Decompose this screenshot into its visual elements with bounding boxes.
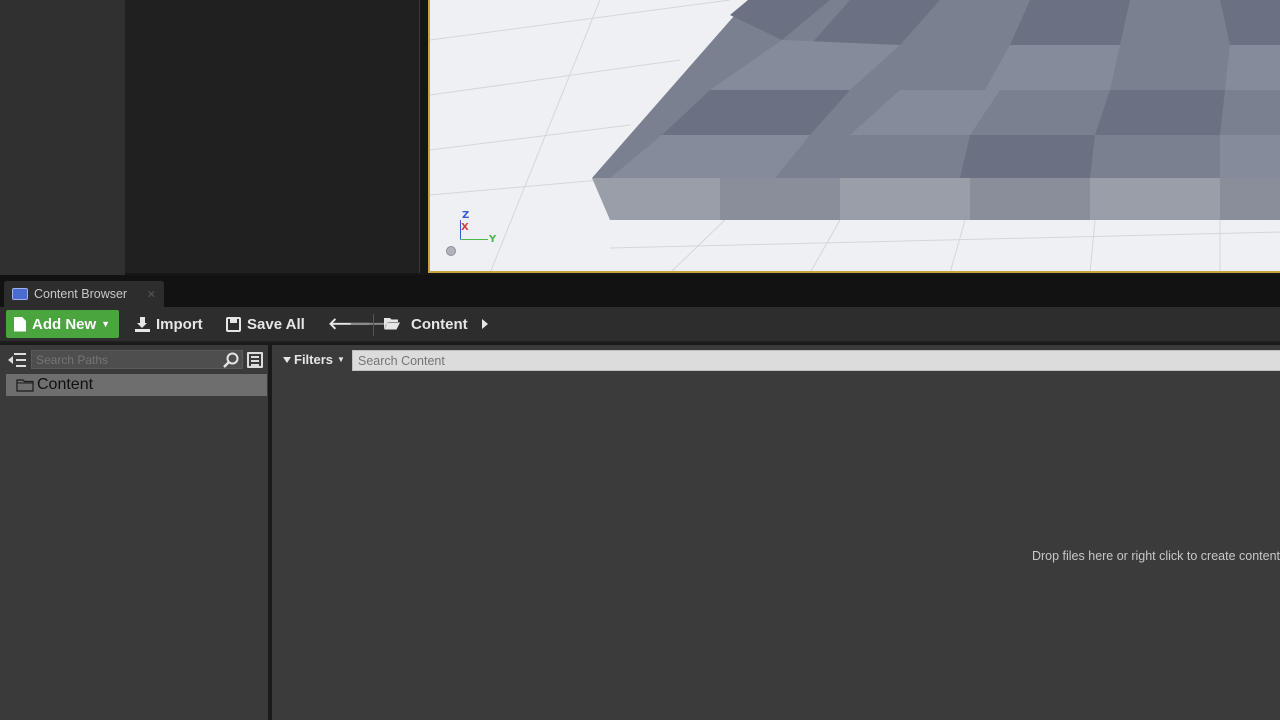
toolbar-divider — [373, 314, 374, 336]
modes-panel — [0, 0, 125, 275]
y-axis-line — [460, 239, 488, 240]
y-axis-label: Y — [489, 234, 497, 245]
collapse-sources-icon[interactable] — [8, 352, 26, 368]
search-content-input[interactable] — [352, 350, 1280, 371]
tab-label: Content Browser — [34, 287, 128, 301]
tab-content-browser[interactable]: Content Browser ✕ — [4, 281, 164, 307]
import-button[interactable]: Import — [135, 310, 203, 338]
filter-icon — [283, 356, 291, 363]
close-icon[interactable]: ✕ — [147, 288, 156, 301]
chevron-down-icon: ▼ — [337, 355, 345, 364]
level-viewport[interactable]: Z X Y — [428, 0, 1280, 273]
content-browser-toolbar: Add New ▼ Import Save All 🡐 🡒 Content — [0, 307, 1280, 343]
asset-view[interactable]: Filters ▼ Drop files here or right click… — [272, 345, 1280, 720]
search-paths-input[interactable] — [31, 350, 243, 369]
viewport-scene — [430, 0, 1280, 271]
checker-floor-front — [592, 178, 1280, 220]
content-browser-tabbar: Content Browser ✕ — [0, 275, 1280, 307]
x-axis-label: X — [461, 222, 469, 233]
filters-label: Filters — [294, 352, 334, 367]
search-icon[interactable] — [223, 352, 239, 368]
import-label: Import — [156, 315, 203, 333]
chevron-right-icon[interactable] — [482, 319, 488, 329]
breadcrumb-content[interactable]: Content — [411, 316, 468, 333]
view-options-icon[interactable] — [247, 352, 263, 368]
chevron-down-icon: ▼ — [101, 319, 111, 329]
tree-item-content[interactable]: Content — [6, 374, 267, 396]
axis-gizmo: Z X Y — [456, 210, 506, 250]
add-new-button[interactable]: Add New ▼ — [6, 310, 119, 338]
import-icon — [135, 316, 150, 332]
viewport-cursor-dot — [446, 246, 456, 256]
save-icon — [226, 316, 241, 332]
filters-button[interactable]: Filters ▼ — [283, 352, 345, 367]
editor-top-area: Z X Y — [0, 0, 1280, 275]
save-all-button[interactable]: Save All — [226, 310, 305, 338]
save-all-label: Save All — [247, 315, 305, 333]
add-new-label: Add New — [32, 315, 97, 333]
z-axis-label: Z — [462, 210, 470, 221]
empty-asset-hint: Drop files here or right click to create… — [1031, 549, 1280, 563]
content-browser-icon — [12, 288, 28, 300]
folder-icon — [16, 379, 34, 392]
folder-open-icon — [384, 318, 400, 330]
new-document-icon — [14, 316, 26, 332]
tree-item-label: Content — [37, 376, 94, 393]
sources-panel: Content — [0, 345, 270, 720]
outliner-panel — [125, 0, 420, 273]
